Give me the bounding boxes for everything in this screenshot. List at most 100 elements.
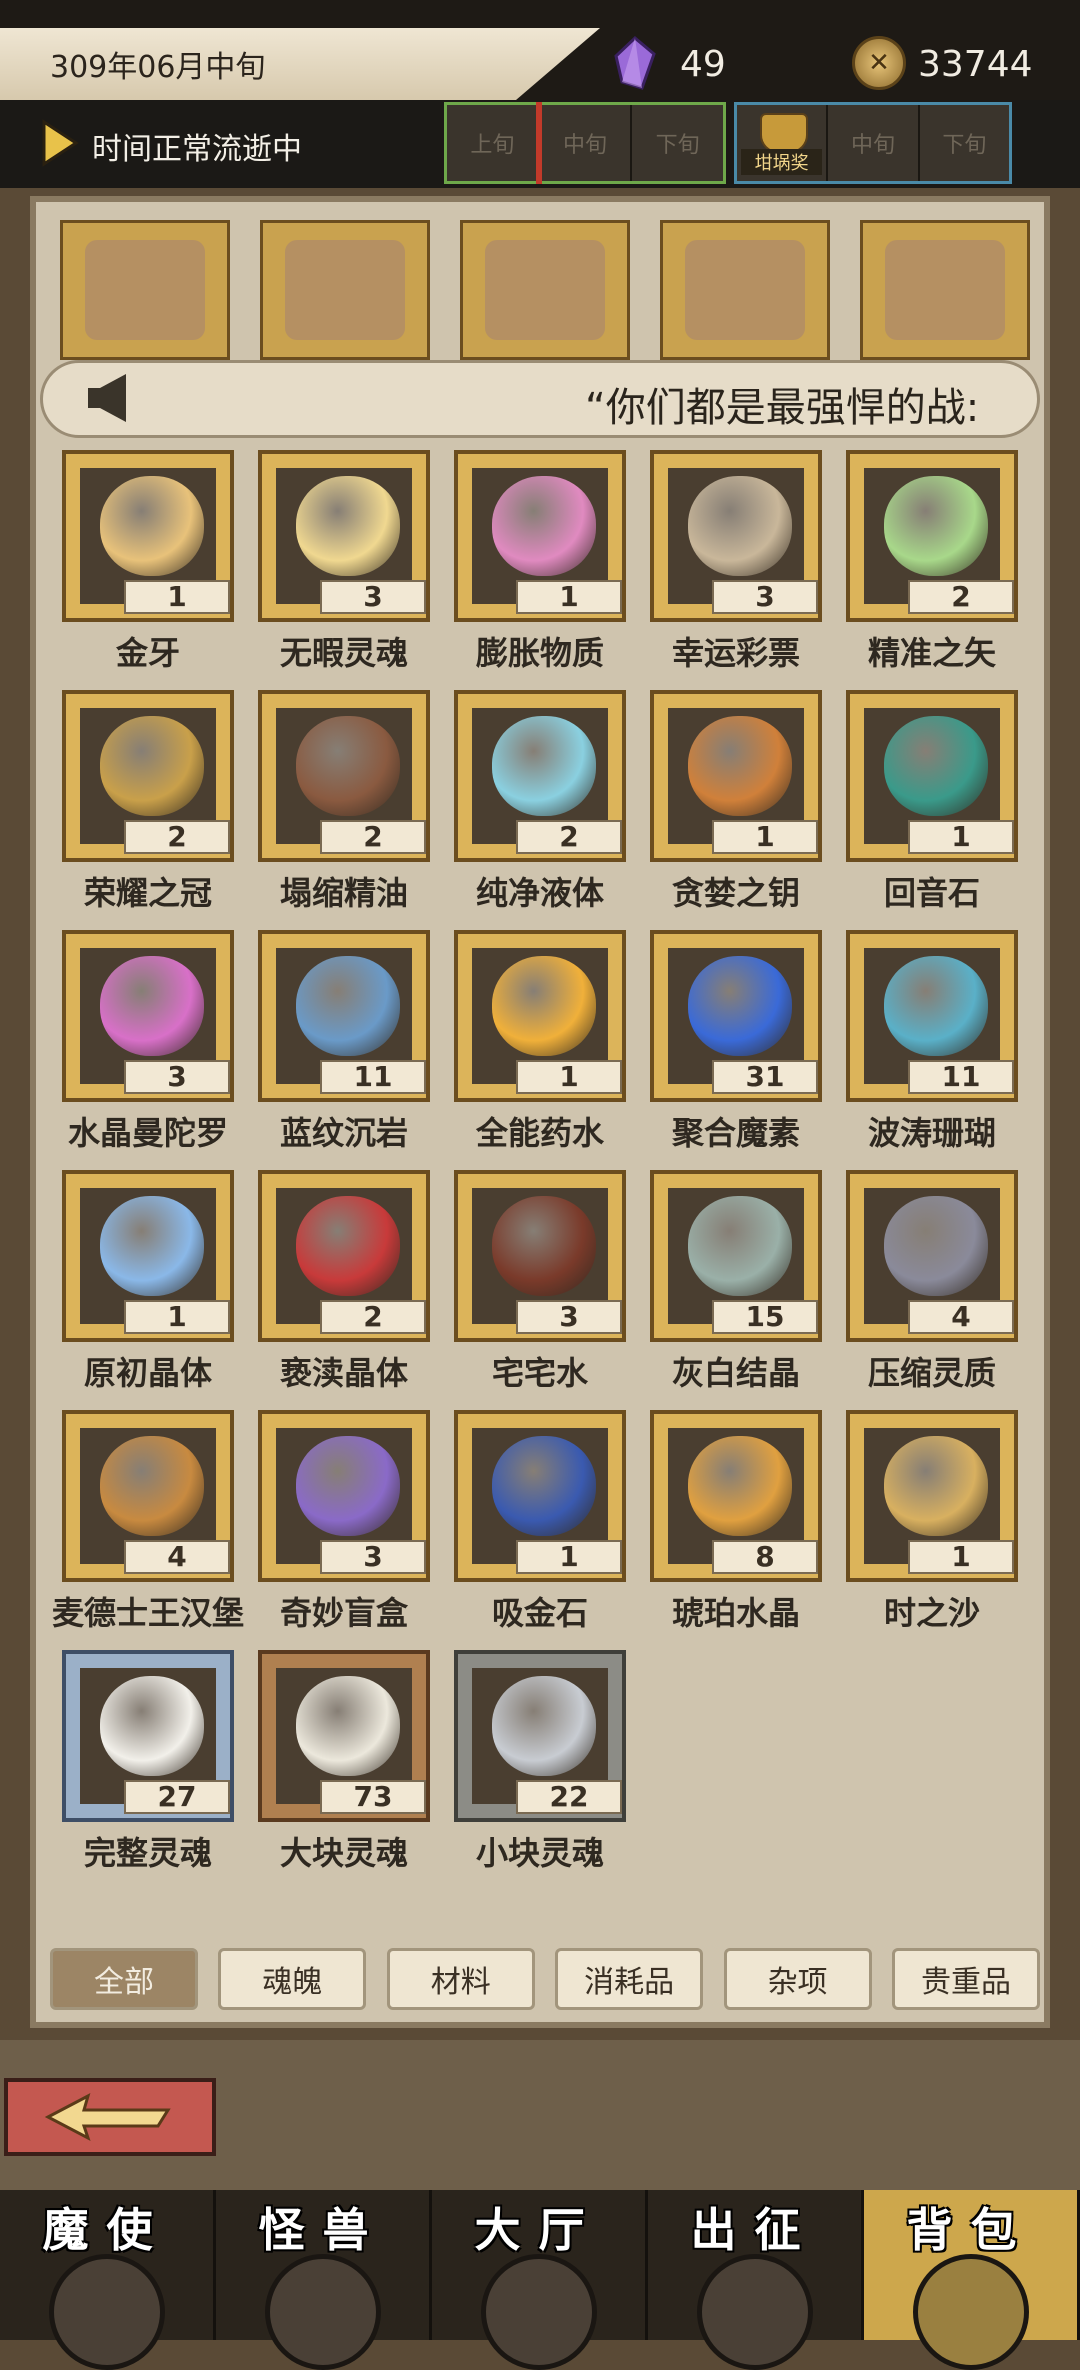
item-name: 精准之矢 xyxy=(867,634,996,672)
nav-expedition[interactable]: 出征 xyxy=(648,2190,864,2370)
coin-count: 33744 xyxy=(918,44,1033,85)
item-slot[interactable]: 4 xyxy=(846,1170,1018,1342)
item-icon xyxy=(100,1676,204,1776)
item-icon xyxy=(688,956,792,1056)
item-slot[interactable]: 1 xyxy=(650,690,822,862)
chest-item-icon[interactable] xyxy=(660,220,830,360)
pot-reward-label: 坩埚奖 xyxy=(741,149,823,175)
tab-consumable[interactable]: 消耗品 xyxy=(555,1948,704,2010)
item-slot[interactable]: 3 xyxy=(258,1410,430,1582)
reward-period-late[interactable]: 下旬 xyxy=(919,105,1009,181)
scroll-item-icon[interactable] xyxy=(60,220,230,360)
item-slot[interactable]: 2 xyxy=(62,690,234,862)
item-count: 3 xyxy=(320,580,426,614)
back-button[interactable] xyxy=(4,2078,216,2156)
item-name: 纯净液体 xyxy=(475,874,604,912)
gem-count: 49 xyxy=(680,44,726,85)
item-slot[interactable]: 15 xyxy=(650,1170,822,1342)
backpack-icon xyxy=(912,2254,1029,2370)
date-label: 309年06月中旬 xyxy=(50,50,266,85)
item-icon xyxy=(884,1436,988,1536)
nav-hall[interactable]: 大厅 xyxy=(432,2190,648,2370)
speaker-icon[interactable] xyxy=(86,372,134,424)
item-count: 27 xyxy=(124,1780,230,1814)
tab-soul[interactable]: 魂魄 xyxy=(218,1948,367,2010)
item-slot[interactable]: 3 xyxy=(62,930,234,1102)
nav-envoy[interactable]: 魔使 xyxy=(0,2190,216,2370)
item-slot[interactable]: 1 xyxy=(454,450,626,622)
item-name: 回音石 xyxy=(883,874,980,912)
item-name: 奇妙盲盒 xyxy=(279,1594,408,1632)
item-count: 22 xyxy=(516,1780,622,1814)
item-slot[interactable]: 73 xyxy=(258,1650,430,1822)
item-count: 31 xyxy=(712,1060,818,1094)
item-count: 3 xyxy=(516,1300,622,1334)
item-name: 蓝纹沉岩 xyxy=(279,1114,408,1152)
period-late[interactable]: 下旬 xyxy=(632,105,724,181)
item-slot[interactable]: 1 xyxy=(454,930,626,1102)
item-name: 荣耀之冠 xyxy=(83,874,212,912)
item-count: 1 xyxy=(124,1300,230,1334)
item-slot[interactable]: 11 xyxy=(258,930,430,1102)
item-count: 1 xyxy=(712,820,818,854)
item-icon xyxy=(688,716,792,816)
item-slot[interactable]: 11 xyxy=(846,930,1018,1102)
item-slot[interactable]: 1 xyxy=(846,690,1018,862)
spellbook-item-icon[interactable] xyxy=(460,220,630,360)
item-icon xyxy=(296,1436,400,1536)
item-slot[interactable]: 2 xyxy=(846,450,1018,622)
item-slot[interactable]: 4 xyxy=(62,1410,234,1582)
item-icon xyxy=(688,1196,792,1296)
item-name: 无暇灵魂 xyxy=(279,634,408,672)
nav-hall-label: 大厅 xyxy=(474,2203,603,2257)
item-count: 4 xyxy=(124,1540,230,1574)
nav-backpack-label: 背包 xyxy=(906,2203,1035,2257)
nav-backpack[interactable]: 背包 xyxy=(864,2190,1080,2370)
reward-period-mid[interactable]: 中旬 xyxy=(828,105,920,181)
tablet-item-icon[interactable] xyxy=(260,220,430,360)
item-slot[interactable]: 1 xyxy=(62,450,234,622)
period-early[interactable]: 上旬 xyxy=(447,105,540,181)
period-mid[interactable]: 中旬 xyxy=(539,105,633,181)
tab-material[interactable]: 材料 xyxy=(386,1948,535,2010)
item-count: 3 xyxy=(124,1060,230,1094)
item-slot[interactable]: 1 xyxy=(62,1170,234,1342)
tab-all[interactable]: 全部 xyxy=(50,1948,198,2010)
nav-monster[interactable]: 怪兽 xyxy=(216,2190,432,2370)
item-slot[interactable]: 1 xyxy=(846,1410,1018,1582)
item-slot[interactable]: 27 xyxy=(62,1650,234,1822)
item-icon xyxy=(296,716,400,816)
item-slot[interactable]: 1 xyxy=(454,1410,626,1582)
item-slot[interactable]: 2 xyxy=(454,690,626,862)
item-slot[interactable]: 3 xyxy=(454,1170,626,1342)
item-name: 麦德士王汉堡 xyxy=(51,1594,244,1632)
filter-tabs: 全部 魂魄 材料 消耗品 杂项 贵重品 xyxy=(50,1948,1040,2012)
item-slot[interactable]: 31 xyxy=(650,930,822,1102)
item-icon xyxy=(492,956,596,1056)
play-icon[interactable] xyxy=(40,118,80,168)
item-slot[interactable]: 8 xyxy=(650,1410,822,1582)
item-count: 11 xyxy=(320,1060,426,1094)
item-icon xyxy=(688,476,792,576)
monster-icon xyxy=(264,2254,381,2370)
item-count: 2 xyxy=(320,820,426,854)
item-name: 金牙 xyxy=(115,634,180,672)
lamp-item-icon[interactable] xyxy=(860,220,1030,360)
tab-valuable[interactable]: 贵重品 xyxy=(891,1948,1040,2010)
coin-icon: ✕ xyxy=(852,36,906,90)
item-slot[interactable]: 3 xyxy=(258,450,430,622)
item-slot[interactable]: 3 xyxy=(650,450,822,622)
item-slot[interactable]: 2 xyxy=(258,690,430,862)
news-text: “你们都是最强悍的战: xyxy=(585,385,980,431)
item-icon xyxy=(884,716,988,816)
nav-expedition-label: 出征 xyxy=(690,2203,819,2257)
item-count: 15 xyxy=(712,1300,818,1334)
tab-misc[interactable]: 杂项 xyxy=(723,1948,872,2010)
item-name: 膨胀物质 xyxy=(475,634,604,672)
item-slot[interactable]: 22 xyxy=(454,1650,626,1822)
pot-reward-cell[interactable]: 坩埚奖 xyxy=(737,105,829,181)
item-name: 全能药水 xyxy=(475,1114,604,1152)
item-slot[interactable]: 2 xyxy=(258,1170,430,1342)
item-count: 11 xyxy=(908,1060,1014,1094)
item-count: 73 xyxy=(320,1780,426,1814)
